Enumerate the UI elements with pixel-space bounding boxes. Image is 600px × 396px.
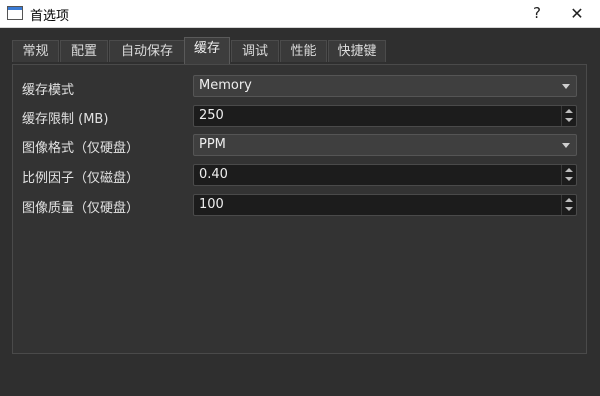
spin-buttons[interactable] (561, 165, 576, 185)
image-format-label: 图像格式（仅硬盘） (22, 141, 140, 156)
chevron-down-icon (562, 143, 570, 148)
cache-limit-value: 250 (199, 108, 224, 123)
arrow-up-icon[interactable] (565, 168, 573, 172)
image-quality-value: 100 (199, 197, 224, 212)
arrow-down-icon[interactable] (565, 207, 573, 211)
tab-performance[interactable]: 性能 (280, 40, 327, 62)
spin-buttons[interactable] (561, 195, 576, 215)
cache-limit-spinbox[interactable]: 250 (193, 105, 577, 127)
spin-buttons[interactable] (561, 106, 576, 126)
chevron-down-icon (562, 84, 570, 89)
cache-limit-label: 缓存限制 (MB) (22, 112, 109, 127)
arrow-down-icon[interactable] (565, 177, 573, 181)
image-quality-spinbox[interactable]: 100 (193, 194, 577, 216)
close-button[interactable]: ✕ (554, 0, 600, 27)
tab-cache[interactable]: 缓存 (184, 37, 230, 64)
cache-mode-label: 缓存模式 (22, 83, 75, 98)
arrow-up-icon[interactable] (565, 198, 573, 202)
scale-factor-spinbox[interactable]: 0.40 (193, 164, 577, 186)
tab-shortcuts[interactable]: 快捷键 (328, 40, 386, 62)
tab-debug[interactable]: 调试 (231, 40, 279, 62)
tab-autosave[interactable]: 自动保存 (109, 40, 185, 62)
tab-general[interactable]: 常规 (12, 40, 59, 62)
scale-factor-value: 0.40 (199, 167, 228, 182)
image-format-value: PPM (199, 137, 226, 152)
title-bar: 首选项 ? ✕ (0, 0, 600, 28)
cache-mode-select[interactable]: Memory (193, 75, 577, 97)
image-quality-label: 图像质量（仅硬盘） (22, 201, 140, 216)
app-window-icon (7, 6, 23, 20)
window-title: 首选项 (30, 9, 70, 24)
image-format-select[interactable]: PPM (193, 134, 577, 156)
scale-factor-label: 比例因子（仅磁盘） (22, 171, 140, 186)
arrow-down-icon[interactable] (565, 118, 573, 122)
tab-configuration[interactable]: 配置 (60, 40, 108, 62)
arrow-up-icon[interactable] (565, 109, 573, 113)
cache-mode-value: Memory (199, 78, 252, 93)
